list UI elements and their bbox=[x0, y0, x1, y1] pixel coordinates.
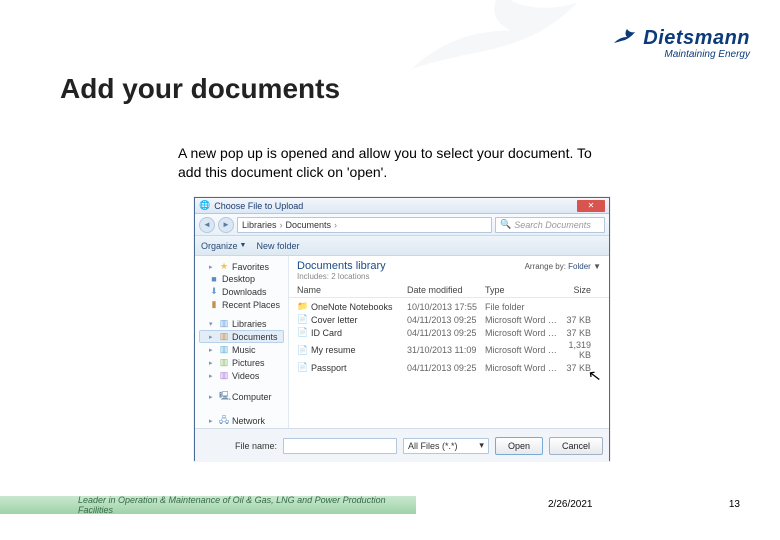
file-date: 04/11/2013 09:25 bbox=[407, 328, 485, 338]
file-type: Microsoft Word D… bbox=[485, 363, 563, 373]
col-date[interactable]: Date modified bbox=[407, 285, 485, 295]
cancel-button[interactable]: Cancel bbox=[549, 437, 603, 455]
dialog-file-list: Arrange by: Folder ▼ Documents library I… bbox=[289, 256, 609, 428]
filetype-select[interactable]: All Files (*.*)▾ bbox=[403, 438, 489, 454]
file-dialog: 🌐 Choose File to Upload ✕ ◄ ► Libraries … bbox=[194, 197, 610, 461]
close-button[interactable]: ✕ bbox=[577, 200, 605, 212]
chevron-right-icon: › bbox=[280, 220, 283, 230]
new-folder-button[interactable]: New folder bbox=[256, 241, 299, 251]
nav-back-button[interactable]: ◄ bbox=[199, 217, 215, 233]
slide-body-text: A new pop up is opened and allow you to … bbox=[178, 144, 618, 182]
search-placeholder: Search Documents bbox=[514, 220, 591, 230]
sidebar-item-downloads[interactable]: ⬇Downloads bbox=[199, 285, 284, 298]
document-icon: 📄 bbox=[297, 345, 309, 356]
dialog-sidebar: ▸★Favorites ■Desktop ⬇Downloads ▮Recent … bbox=[195, 256, 289, 428]
dialog-footer: File name: All Files (*.*)▾ Open Cancel bbox=[195, 428, 609, 462]
sidebar-item-documents[interactable]: ▸▥Documents bbox=[199, 330, 284, 343]
slide-page-number: 13 bbox=[729, 499, 740, 510]
document-icon: 📄 bbox=[297, 314, 309, 325]
breadcrumb-root: Libraries bbox=[242, 220, 277, 230]
folder-icon: 📁 bbox=[297, 301, 309, 312]
library-subheading: Includes: 2 locations bbox=[297, 272, 601, 281]
file-date: 10/10/2013 17:55 bbox=[407, 302, 485, 312]
open-button[interactable]: Open bbox=[495, 437, 543, 455]
file-date: 04/11/2013 09:25 bbox=[407, 363, 485, 373]
sidebar-item-pictures[interactable]: ▸▥Pictures bbox=[199, 356, 284, 369]
slide-footer-tagline: Leader in Operation & Maintenance of Oil… bbox=[0, 496, 416, 514]
document-icon: 📄 bbox=[297, 327, 309, 338]
file-name: OneNote Notebooks bbox=[311, 302, 407, 312]
app-icon: 🌐 bbox=[199, 200, 210, 211]
file-name: ID Card bbox=[311, 328, 407, 338]
watermark-bird bbox=[390, 0, 610, 90]
dialog-title: Choose File to Upload bbox=[214, 201, 303, 211]
file-type: Microsoft Word D… bbox=[485, 315, 563, 325]
file-size: 1,319 KB bbox=[563, 340, 601, 360]
file-row[interactable]: 📁OneNote Notebooks10/10/2013 17:55File f… bbox=[297, 300, 601, 313]
chevron-down-icon: ▾ bbox=[479, 440, 484, 451]
col-type[interactable]: Type bbox=[485, 285, 563, 295]
file-date: 31/10/2013 11:09 bbox=[407, 345, 485, 355]
filename-label: File name: bbox=[235, 441, 277, 451]
search-icon: 🔍 bbox=[500, 219, 511, 230]
col-size[interactable]: Size bbox=[563, 285, 601, 295]
search-input[interactable]: 🔍 Search Documents bbox=[495, 217, 605, 233]
filename-input[interactable] bbox=[283, 438, 397, 454]
file-row[interactable]: 📄My resume31/10/2013 11:09Microsoft Word… bbox=[297, 339, 601, 361]
file-size: 37 KB bbox=[563, 315, 601, 325]
file-row[interactable]: 📄Cover letter04/11/2013 09:25Microsoft W… bbox=[297, 313, 601, 326]
file-size: 37 KB bbox=[563, 328, 601, 338]
bird-icon bbox=[613, 26, 641, 51]
dialog-titlebar: 🌐 Choose File to Upload ✕ bbox=[195, 198, 609, 214]
sidebar-item-computer[interactable]: ▸🖳Computer bbox=[199, 388, 284, 406]
file-type: File folder bbox=[485, 302, 563, 312]
col-name[interactable]: Name bbox=[297, 285, 407, 295]
nav-forward-button[interactable]: ► bbox=[218, 217, 234, 233]
slide-title: Add your documents bbox=[60, 73, 340, 105]
address-bar[interactable]: Libraries › Documents › bbox=[237, 217, 492, 233]
chevron-right-icon: › bbox=[334, 220, 337, 230]
brand-logo: Dietsmann Maintaining Energy bbox=[613, 26, 750, 60]
file-type: Microsoft Word D… bbox=[485, 345, 563, 355]
cursor-icon: ↖ bbox=[586, 365, 602, 387]
arrange-by-menu[interactable]: Arrange by: Folder ▼ bbox=[525, 262, 601, 271]
dialog-nav: ◄ ► Libraries › Documents › 🔍 Search Doc… bbox=[195, 214, 609, 236]
chevron-down-icon: ▼ bbox=[593, 262, 601, 271]
slide-date: 2/26/2021 bbox=[548, 499, 593, 510]
file-name: Passport bbox=[311, 363, 407, 373]
file-date: 04/11/2013 09:25 bbox=[407, 315, 485, 325]
sidebar-item-videos[interactable]: ▸▥Videos bbox=[199, 369, 284, 382]
document-icon: 📄 bbox=[297, 362, 309, 373]
chevron-down-icon: ▼ bbox=[240, 242, 247, 249]
file-name: My resume bbox=[311, 345, 407, 355]
dialog-toolbar: Organize ▼ New folder bbox=[195, 236, 609, 256]
sidebar-favorites-header[interactable]: ▸★Favorites bbox=[199, 260, 284, 273]
brand-name: Dietsmann bbox=[643, 27, 750, 49]
breadcrumb-current: Documents bbox=[286, 220, 332, 230]
file-row[interactable]: 📄ID Card04/11/2013 09:25Microsoft Word D… bbox=[297, 326, 601, 339]
sidebar-libraries-header[interactable]: ▾▥Libraries bbox=[199, 317, 284, 330]
column-headers[interactable]: Name Date modified Type Size bbox=[289, 281, 609, 298]
file-name: Cover letter bbox=[311, 315, 407, 325]
file-row[interactable]: 📄Passport04/11/2013 09:25Microsoft Word … bbox=[297, 361, 601, 374]
file-type: Microsoft Word D… bbox=[485, 328, 563, 338]
organize-menu[interactable]: Organize ▼ bbox=[201, 241, 246, 251]
sidebar-item-music[interactable]: ▸▥Music bbox=[199, 343, 284, 356]
sidebar-item-recent[interactable]: ▮Recent Places bbox=[199, 298, 284, 311]
sidebar-item-network[interactable]: ▸🖧Network bbox=[199, 412, 284, 428]
sidebar-item-desktop[interactable]: ■Desktop bbox=[199, 273, 284, 285]
